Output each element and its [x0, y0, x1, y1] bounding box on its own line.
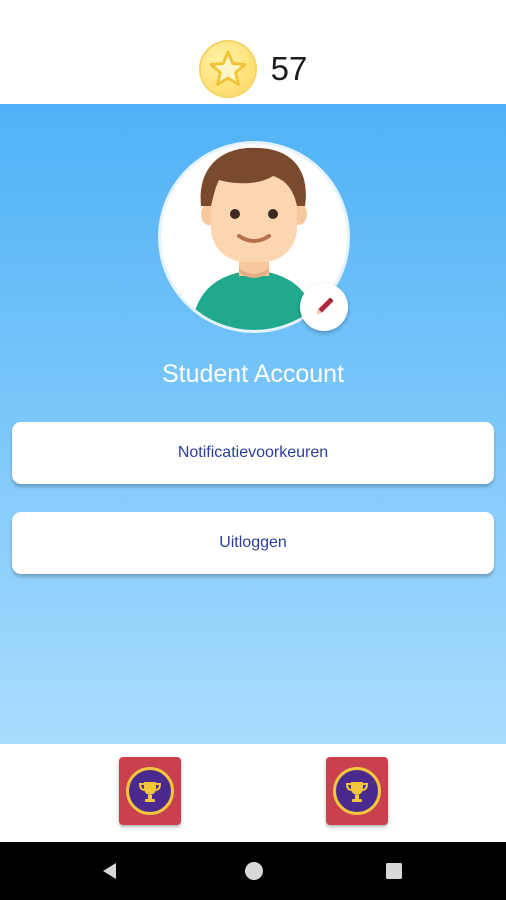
profile-panel: Student Account Notificatievoorkeuren Ui…: [0, 104, 506, 744]
bottom-tab-bar: [0, 744, 506, 842]
trophy-icon: [333, 767, 381, 815]
trophy-icon: [126, 767, 174, 815]
points-count: 57: [270, 49, 308, 87]
avatar-container: [158, 141, 350, 333]
star-coin-icon: [198, 39, 257, 98]
edit-avatar-button[interactable]: [300, 283, 348, 331]
trophy-tab-right[interactable]: [326, 757, 388, 825]
trophy-tab-left[interactable]: [119, 757, 181, 825]
top-header: 57: [0, 0, 506, 104]
pencil-icon: [317, 297, 334, 314]
home-circle-icon[interactable]: [244, 861, 264, 881]
system-navigation-bar: [0, 842, 506, 900]
logout-button[interactable]: Uitloggen: [12, 512, 494, 574]
recent-square-icon[interactable]: [385, 862, 403, 880]
back-triangle-icon[interactable]: [100, 861, 120, 881]
notification-preferences-button[interactable]: Notificatievoorkeuren: [12, 422, 494, 484]
account-title: Student Account: [161, 360, 345, 388]
